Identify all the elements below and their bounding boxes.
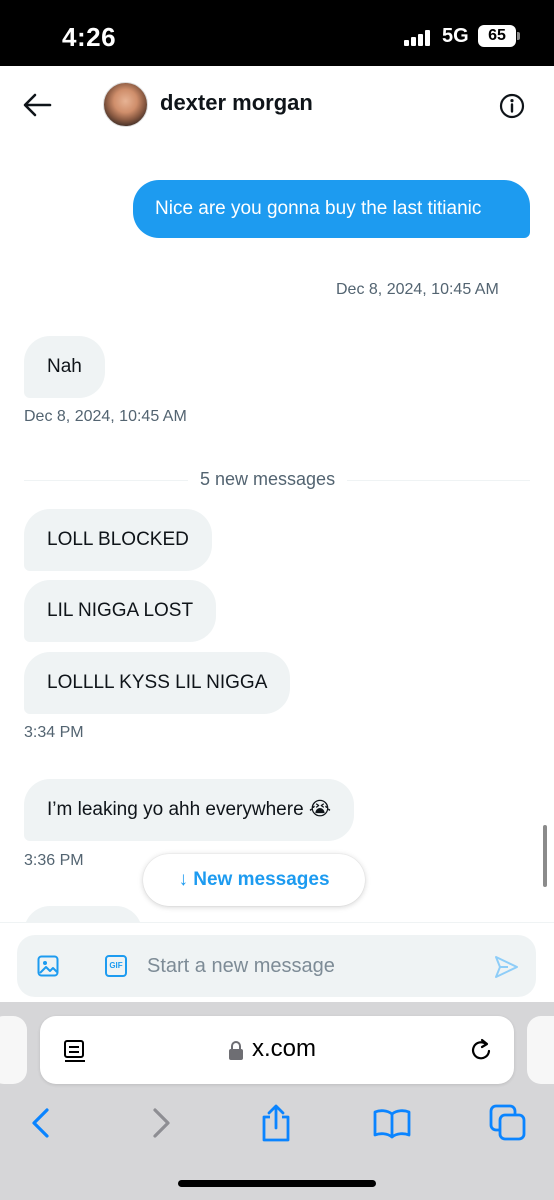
network-label: 5G [442,25,469,47]
gif-icon[interactable]: GIF [105,955,127,977]
new-messages-button[interactable]: ↓ New messages [143,854,365,906]
message-text: LIL NIGGA LOST [47,600,194,621]
image-icon[interactable] [37,955,59,977]
new-messages-divider: 5 new messages [188,469,348,490]
home-indicator[interactable] [178,1180,376,1187]
status-bar: 4:26 5G 65 [0,0,554,66]
received-message[interactable]: LOLL BLOCKED [24,509,212,571]
battery-icon: 65 [478,25,520,47]
url-text[interactable]: x.com [252,1035,316,1063]
signal-icon [404,30,434,46]
received-message[interactable]: Nah [24,336,105,398]
browser-toolbar: x.com [0,1002,554,1200]
composer: GIF [17,935,536,997]
message-timestamp: Dec 8, 2024, 10:45 AM [336,281,499,298]
status-time: 4:26 [62,22,117,52]
screen: 4:26 5G 65 dexter morgan Nice are you go… [0,0,554,1200]
received-message[interactable]: LOLLLL KYSS LIL NIGGA [24,652,291,714]
message-input[interactable] [147,949,467,983]
bookmarks-icon[interactable] [372,1103,412,1143]
message-text: Nice are you gonna buy the last titianic [155,198,482,219]
avatar[interactable] [103,82,148,127]
info-icon[interactable] [499,93,525,119]
conversation-header: dexter morgan [0,66,554,144]
sent-message[interactable]: Nice are you gonna buy the last titianic [133,180,530,238]
received-message[interactable]: LIL NIGGA LOST [24,580,217,642]
forward-chevron-icon[interactable] [140,1103,180,1143]
address-bar[interactable]: x.com [40,1016,514,1084]
message-timestamp: 3:36 PM [24,852,84,869]
share-icon[interactable] [256,1103,296,1143]
reader-icon[interactable] [62,1038,88,1064]
message-text: Nah [47,356,82,377]
send-icon[interactable] [493,954,519,980]
message-timestamp: 3:34 PM [24,724,84,741]
composer-area: GIF [0,922,554,1002]
back-arrow-icon[interactable] [20,90,54,120]
reload-icon[interactable] [468,1037,494,1063]
previous-tab-peek[interactable] [0,1016,27,1084]
received-message[interactable]: I’m leaking yo ahh everywhere 😭 [24,779,355,841]
lock-icon [229,1041,243,1060]
contact-name[interactable]: dexter morgan [160,90,313,116]
message-timestamp: Dec 8, 2024, 10:45 AM [24,408,187,425]
message-text: LOLL BLOCKED [47,529,189,550]
tabs-icon[interactable] [488,1103,528,1143]
back-chevron-icon[interactable] [22,1103,62,1143]
scrollbar[interactable] [543,825,547,887]
browser-nav-row [0,1097,554,1147]
next-tab-peek[interactable] [527,1016,554,1084]
message-text: LOLLLL KYSS LIL NIGGA [47,672,268,693]
message-text: I’m leaking yo ahh everywhere 😭 [47,799,332,820]
